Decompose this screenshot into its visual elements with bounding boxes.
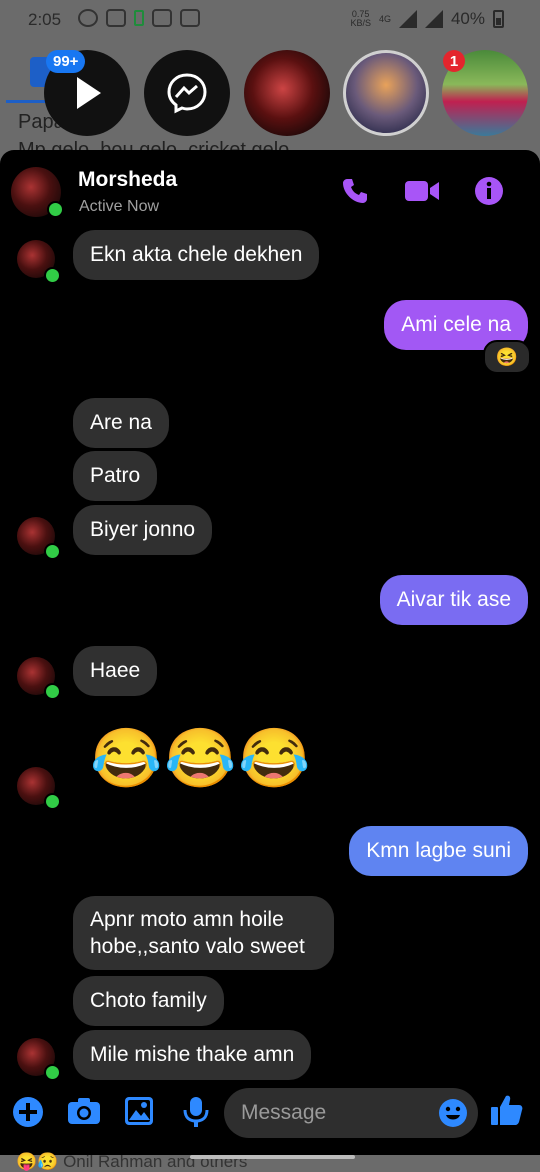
status-time: 2:05 [28, 10, 62, 29]
battery-saver-icon [134, 10, 144, 26]
thumbs-up-icon[interactable] [490, 1093, 524, 1132]
notification-icons [78, 9, 200, 27]
signal-icon [398, 10, 417, 28]
messenger-notification-icon [78, 9, 98, 27]
composer-bar: Message [0, 1080, 540, 1150]
chat-panel: Morsheda Active Now Ekn akta chele dekhe… [0, 150, 540, 1155]
battery-percent: 40% [450, 9, 485, 28]
signal-icon-2 [424, 10, 443, 28]
online-indicator [44, 683, 61, 700]
network-speed: 0.75 KB/S [350, 10, 371, 28]
unread-badge: 99+ [46, 50, 86, 73]
online-indicator [47, 201, 64, 218]
message-out[interactable]: Aivar tik ase [379, 575, 528, 625]
camera-icon[interactable] [67, 1096, 101, 1131]
messenger-icon [167, 73, 207, 114]
emoji-message[interactable]: 😂😂😂 [90, 725, 313, 793]
battery-icon [493, 10, 504, 28]
messenger-chat-head[interactable] [144, 50, 230, 136]
home-indicator[interactable] [190, 1155, 355, 1159]
phone-icon[interactable] [340, 176, 370, 211]
message-in[interactable]: Apnr moto amn hoile hobe,,santo valo swe… [73, 896, 334, 970]
message-input[interactable]: Message [224, 1088, 478, 1138]
message-in[interactable]: Choto family [73, 976, 224, 1026]
network-speed-unit: KB/S [350, 18, 371, 28]
message-in[interactable]: Biyer jonno [73, 505, 213, 555]
contact-status: Active Now [79, 198, 160, 215]
reaction-badge[interactable]: 😆 [483, 340, 531, 374]
network-type: 4G [378, 14, 391, 24]
emoji-icon[interactable] [438, 1098, 468, 1128]
online-indicator [44, 793, 61, 810]
contact-chat-head-1[interactable] [244, 50, 330, 136]
chat-heads: 99+ 1 [0, 50, 540, 140]
online-indicator [44, 543, 61, 560]
message-in[interactable]: Haee [73, 646, 158, 696]
online-indicator [44, 1064, 61, 1081]
info-icon[interactable] [474, 176, 504, 211]
message-in[interactable]: Mile mishe thake amn [73, 1030, 312, 1080]
message-out[interactable]: Kmn lagbe suni [349, 826, 528, 876]
contact-chat-head-2[interactable] [343, 50, 429, 136]
story-badge: 1 [443, 50, 465, 72]
mic-icon[interactable] [183, 1096, 209, 1133]
message-placeholder: Message [241, 1101, 327, 1124]
message-in[interactable]: Are na [73, 398, 169, 448]
instagram-notification-icon [106, 9, 126, 27]
play-icon [77, 77, 101, 109]
message-in[interactable]: Patro [73, 451, 158, 501]
chat-header: Morsheda Active Now [0, 150, 540, 230]
contact-name[interactable]: Morsheda [78, 168, 177, 192]
plus-icon[interactable] [12, 1096, 44, 1133]
message-in[interactable]: Ekn akta chele dekhen [73, 230, 320, 280]
status-right: 0.75 KB/S 4G 40% [350, 9, 504, 29]
tv-notification-icon [180, 9, 200, 27]
online-indicator [44, 267, 61, 284]
youtube-notification-icon [152, 9, 172, 27]
status-bar: 2:05 0.75 KB/S 4G 40% [0, 0, 540, 40]
video-icon[interactable] [404, 176, 440, 211]
image-icon[interactable] [124, 1096, 154, 1131]
